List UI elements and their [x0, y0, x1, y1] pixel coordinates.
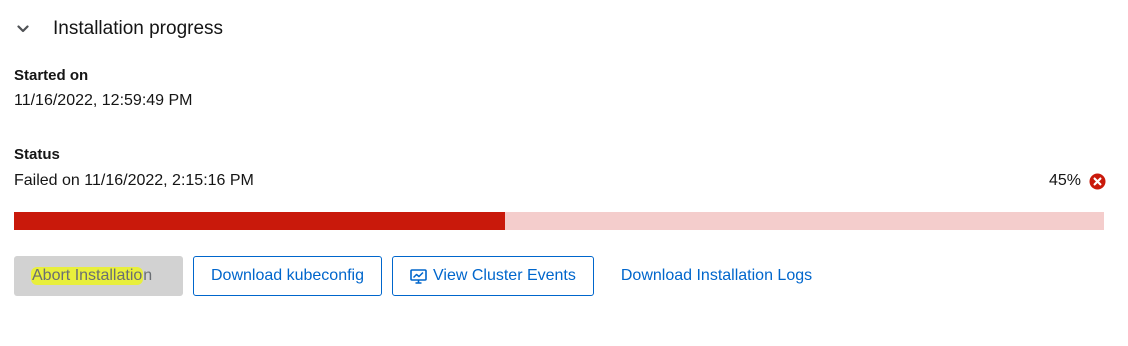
chevron-down-icon[interactable] — [14, 20, 32, 38]
progress-bar — [14, 212, 1104, 230]
progress-bar-fill — [14, 212, 505, 230]
error-circle-icon — [1089, 173, 1106, 190]
download-installation-logs-link[interactable]: Download Installation Logs — [604, 256, 829, 296]
abort-installation-button[interactable]: Abort Installatio n — [14, 256, 183, 296]
monitor-chart-icon — [410, 268, 427, 284]
status-label: Status — [14, 146, 60, 163]
status-percent-group: 45% — [1049, 172, 1106, 190]
started-on-label: Started on — [14, 67, 89, 84]
status-value: Failed on 11/16/2022, 2:15:16 PM — [14, 172, 254, 189]
progress-percent: 45% — [1048, 172, 1081, 189]
abort-installation-label-tail: n — [143, 267, 153, 284]
view-cluster-events-label: View Cluster Events — [433, 267, 576, 284]
section-title: Installation progress — [53, 18, 224, 39]
installation-progress-header: Installation progress — [14, 14, 223, 44]
abort-installation-label-highlighted: Abort Installatio — [31, 267, 144, 285]
action-bar: Abort Installatio n Download kubeconfig V… — [14, 256, 839, 296]
download-kubeconfig-button[interactable]: Download kubeconfig — [193, 256, 382, 296]
started-on-value: 11/16/2022, 12:59:49 PM — [14, 92, 193, 109]
view-cluster-events-button[interactable]: View Cluster Events — [392, 256, 594, 296]
